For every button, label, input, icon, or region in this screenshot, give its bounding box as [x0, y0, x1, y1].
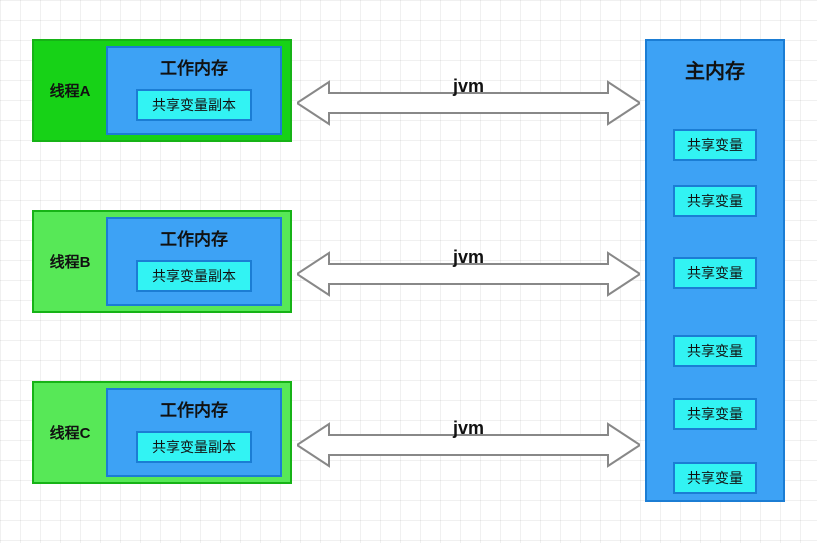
- thread-b-workmem: 工作内存 共享变量副本: [106, 217, 282, 306]
- thread-b-copy-var: 共享变量副本: [136, 260, 252, 292]
- main-memory-box: 主内存 共享变量 共享变量 共享变量 共享变量 共享变量 共享变量: [645, 39, 785, 502]
- jvm-arrow-c-label: jvm: [297, 418, 640, 439]
- shared-var-0: 共享变量: [673, 129, 757, 161]
- thread-a-label: 线程A: [34, 80, 106, 101]
- thread-c-label: 线程C: [34, 422, 106, 443]
- jvm-arrow-b-label: jvm: [297, 247, 640, 268]
- shared-var-3: 共享变量: [673, 335, 757, 367]
- thread-c-workmem-title: 工作内存: [160, 396, 228, 421]
- thread-box-a: 线程A 工作内存 共享变量副本: [32, 39, 292, 142]
- jvm-arrow-c: jvm: [297, 420, 640, 470]
- thread-box-c: 线程C 工作内存 共享变量副本: [32, 381, 292, 484]
- jvm-arrow-a-label: jvm: [297, 76, 640, 97]
- thread-a-copy-var: 共享变量副本: [136, 89, 252, 121]
- thread-b-label: 线程B: [34, 251, 106, 272]
- shared-var-1: 共享变量: [673, 185, 757, 217]
- thread-b-workmem-title: 工作内存: [160, 225, 228, 250]
- thread-c-workmem: 工作内存 共享变量副本: [106, 388, 282, 477]
- jvm-arrow-a: jvm: [297, 78, 640, 128]
- thread-c-copy-var: 共享变量副本: [136, 431, 252, 463]
- shared-var-5: 共享变量: [673, 462, 757, 494]
- thread-a-workmem: 工作内存 共享变量副本: [106, 46, 282, 135]
- thread-box-b: 线程B 工作内存 共享变量副本: [32, 210, 292, 313]
- thread-a-workmem-title: 工作内存: [160, 54, 228, 79]
- jvm-arrow-b: jvm: [297, 249, 640, 299]
- main-memory-title: 主内存: [685, 55, 745, 84]
- shared-var-2: 共享变量: [673, 257, 757, 289]
- shared-var-4: 共享变量: [673, 398, 757, 430]
